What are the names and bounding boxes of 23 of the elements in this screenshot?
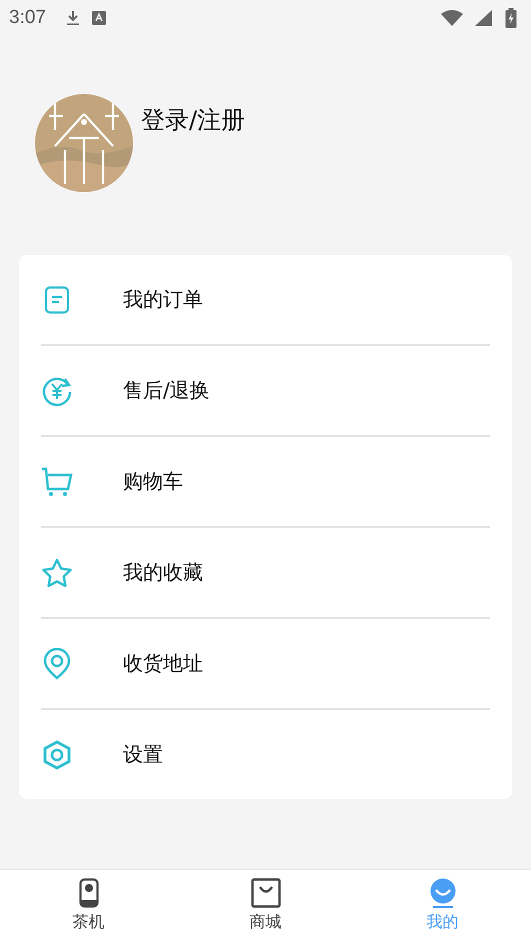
- nav-tab[interactable]: 商城: [177, 870, 354, 944]
- menu-item[interactable]: 售后/退换: [41, 346, 490, 435]
- star-icon: [41, 558, 73, 588]
- download-icon: [66, 10, 80, 26]
- location-pin-icon: [41, 648, 73, 680]
- yuan-refresh-icon: [41, 374, 73, 406]
- signal-icon: [475, 9, 493, 27]
- keyboard-icon: [92, 11, 106, 25]
- menu-item[interactable]: 购物车: [41, 437, 490, 526]
- menu-item[interactable]: 我的收藏: [41, 528, 490, 617]
- menu-item[interactable]: 设置: [41, 710, 490, 799]
- menu-item[interactable]: 收货地址: [41, 619, 490, 708]
- smiley-icon: [428, 878, 458, 908]
- battery-icon: [505, 8, 517, 28]
- status-time: 3:07: [9, 7, 46, 29]
- tea-machine-icon: [78, 878, 98, 908]
- menu-item[interactable]: 我的订单: [41, 255, 490, 344]
- cart-icon: [41, 466, 73, 496]
- wifi-icon: [441, 9, 463, 27]
- login-register-link[interactable]: 登录/注册: [141, 104, 246, 136]
- shopping-bag-icon: [250, 878, 280, 908]
- nav-tab[interactable]: 茶机: [0, 870, 177, 944]
- settings-icon: [41, 740, 73, 770]
